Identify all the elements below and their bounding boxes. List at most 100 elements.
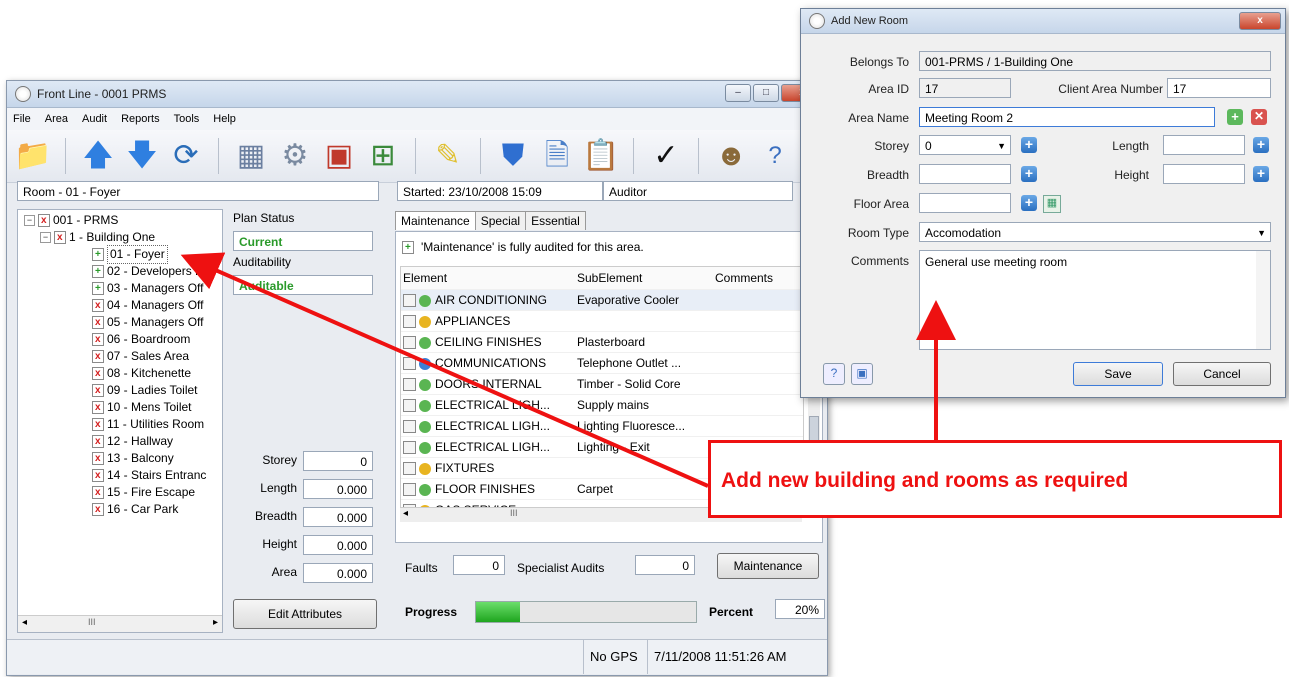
tab-essential[interactable]: Essential — [525, 211, 586, 230]
tree-room-item[interactable]: x 12 - Hallway — [92, 433, 173, 450]
grid-row[interactable]: AIR CONDITIONING Evaporative Cooler — [401, 289, 803, 311]
collapse-icon[interactable]: − — [24, 215, 35, 226]
storey-select[interactable]: 0 ▼ — [919, 135, 1011, 155]
add-grid-icon[interactable]: ⊞ — [363, 136, 403, 176]
tree-room-item[interactable]: +02 - Developers F — [92, 263, 202, 280]
grid-row[interactable]: APPLIANCES — [401, 310, 803, 332]
col-header-element[interactable]: Element — [401, 267, 575, 290]
menu-tools[interactable]: Tools — [174, 113, 200, 125]
document-icon[interactable]: 🗎 — [537, 136, 577, 176]
dialog-close-button[interactable]: x — [1239, 12, 1281, 30]
cancel-button[interactable]: Cancel — [1173, 362, 1271, 386]
user-icon[interactable]: ☻ — [711, 136, 751, 176]
menu-area[interactable]: Area — [45, 113, 68, 125]
floor-area-plus-icon[interactable]: + — [1021, 195, 1037, 211]
tree-room-item[interactable]: x 09 - Ladies Toilet — [92, 382, 198, 399]
grid-row[interactable]: ELECTRICAL LIGH... Lighting Fluoresce... — [401, 415, 803, 437]
row-checkbox[interactable] — [403, 420, 416, 434]
tree-room-item[interactable]: +03 - Managers Off — [92, 280, 204, 297]
gears-icon[interactable]: ⚙ — [275, 136, 315, 176]
main-title-bar[interactable]: Front Line - 0001 PRMS – □ x — [7, 81, 827, 108]
scroll-left-icon[interactable]: ◂ — [22, 617, 27, 628]
tree-room-item[interactable]: x 16 - Car Park — [92, 501, 178, 518]
row-checkbox[interactable] — [403, 294, 416, 308]
chevron-down-icon[interactable]: ▼ — [1257, 223, 1266, 243]
tree-room-item[interactable]: x 15 - Fire Escape — [92, 484, 195, 501]
row-checkbox[interactable] — [403, 315, 416, 329]
tree-room-item[interactable]: +01 - Foyer — [92, 245, 168, 264]
floor-area-field[interactable] — [919, 193, 1011, 213]
tree-room-item[interactable]: x 05 - Managers Off — [92, 314, 204, 331]
down-arrow-icon[interactable]: 🡇 — [122, 136, 162, 176]
breadth-field[interactable] — [919, 164, 1011, 184]
client-area-field[interactable]: 17 — [1167, 78, 1271, 98]
length-plus-icon[interactable]: + — [1253, 137, 1269, 153]
info-icon[interactable]: ▣ — [851, 363, 873, 385]
menu-help[interactable]: Help — [213, 113, 236, 125]
row-checkbox[interactable] — [403, 483, 416, 497]
tree-building[interactable]: − x 1 - Building One — [40, 229, 155, 246]
tab-special[interactable]: Special — [474, 211, 527, 230]
chevron-down-icon[interactable]: ▼ — [997, 136, 1006, 156]
open-folder-icon[interactable]: 📁 — [13, 136, 53, 176]
menu-audit[interactable]: Audit — [82, 113, 107, 125]
edit-attributes-button[interactable]: Edit Attributes — [233, 599, 377, 629]
delete-icon[interactable]: ✕ — [1251, 109, 1267, 125]
grid-row[interactable]: ELECTRICAL LIGH... Supply mains — [401, 394, 803, 416]
tree-room-item[interactable]: x 14 - Stairs Entranc — [92, 467, 206, 484]
grid-row[interactable]: DOORS INTERNAL Timber - Solid Core — [401, 373, 803, 395]
tree-room-item[interactable]: x 10 - Mens Toilet — [92, 399, 192, 416]
area-tree[interactable]: − x 001 - PRMS − x 1 - Building One +01 … — [17, 209, 223, 633]
row-checkbox[interactable] — [403, 336, 416, 350]
clipboard-icon[interactable]: 📋 — [581, 136, 621, 176]
maximize-button[interactable]: □ — [753, 84, 779, 102]
grid-row[interactable]: COMMUNICATIONS Telephone Outlet ... — [401, 352, 803, 374]
tree-root[interactable]: − x 001 - PRMS — [24, 212, 118, 229]
add-icon[interactable]: + — [1227, 109, 1243, 125]
save-button[interactable]: Save — [1073, 362, 1163, 386]
height-field[interactable] — [1163, 164, 1245, 184]
tree-room-item[interactable]: x 07 - Sales Area — [92, 348, 189, 365]
col-header-subelement[interactable]: SubElement — [575, 267, 713, 290]
comments-scrollbar[interactable] — [1256, 251, 1270, 349]
up-arrow-icon[interactable]: 🡅 — [78, 136, 118, 176]
grid-row[interactable]: CEILING FINISHES Plasterboard — [401, 331, 803, 353]
help-icon[interactable]: ? — [755, 136, 795, 176]
row-checkbox[interactable] — [403, 357, 416, 371]
minimize-button[interactable]: – — [725, 84, 751, 102]
row-checkbox[interactable] — [403, 399, 416, 413]
menu-file[interactable]: File — [13, 113, 31, 125]
row-checkbox[interactable] — [403, 441, 416, 455]
collapse-icon[interactable]: − — [40, 232, 51, 243]
tree-room-item[interactable]: x 04 - Managers Off — [92, 297, 204, 314]
tree-horizontal-scrollbar[interactable]: ◂ III ▸ — [18, 615, 222, 632]
shield-icon[interactable]: ⛊ — [493, 136, 533, 176]
dialog-title-bar[interactable]: Add New Room x — [801, 9, 1285, 34]
tree-room-item[interactable]: x 13 - Balcony — [92, 450, 174, 467]
building-icon[interactable]: ▦ — [231, 136, 271, 176]
length-field[interactable] — [1163, 135, 1245, 155]
area-name-field[interactable]: Meeting Room 2 — [919, 107, 1215, 127]
tree-room-item[interactable]: x 08 - Kitchenette — [92, 365, 191, 382]
checkmark-icon[interactable]: ✓ — [646, 136, 686, 176]
scroll-grip[interactable]: III — [88, 617, 96, 627]
help-icon[interactable]: ? — [823, 363, 845, 385]
scroll-grip[interactable]: III — [510, 508, 518, 518]
notes-icon[interactable]: ✎ — [428, 136, 468, 176]
refresh-icon[interactable]: ⟳ — [166, 136, 206, 176]
tab-maintenance[interactable]: Maintenance — [395, 211, 476, 230]
comments-textarea[interactable]: General use meeting room — [919, 250, 1271, 350]
tree-room-item[interactable]: x 06 - Boardroom — [92, 331, 190, 348]
height-plus-icon[interactable]: + — [1253, 166, 1269, 182]
row-checkbox[interactable] — [403, 378, 416, 392]
tree-room-item[interactable]: x 11 - Utilities Room — [92, 416, 204, 433]
row-checkbox[interactable] — [403, 462, 416, 476]
storey-plus-icon[interactable]: + — [1021, 137, 1037, 153]
bricks-icon[interactable]: ▣ — [319, 136, 359, 176]
maintenance-button[interactable]: Maintenance — [717, 553, 819, 579]
menu-reports[interactable]: Reports — [121, 113, 160, 125]
calculator-icon[interactable]: ▦ — [1043, 195, 1061, 213]
scroll-right-icon[interactable]: ▸ — [213, 617, 218, 628]
scroll-left-icon[interactable]: ◂ — [403, 508, 408, 519]
room-type-select[interactable]: Accomodation ▼ — [919, 222, 1271, 242]
